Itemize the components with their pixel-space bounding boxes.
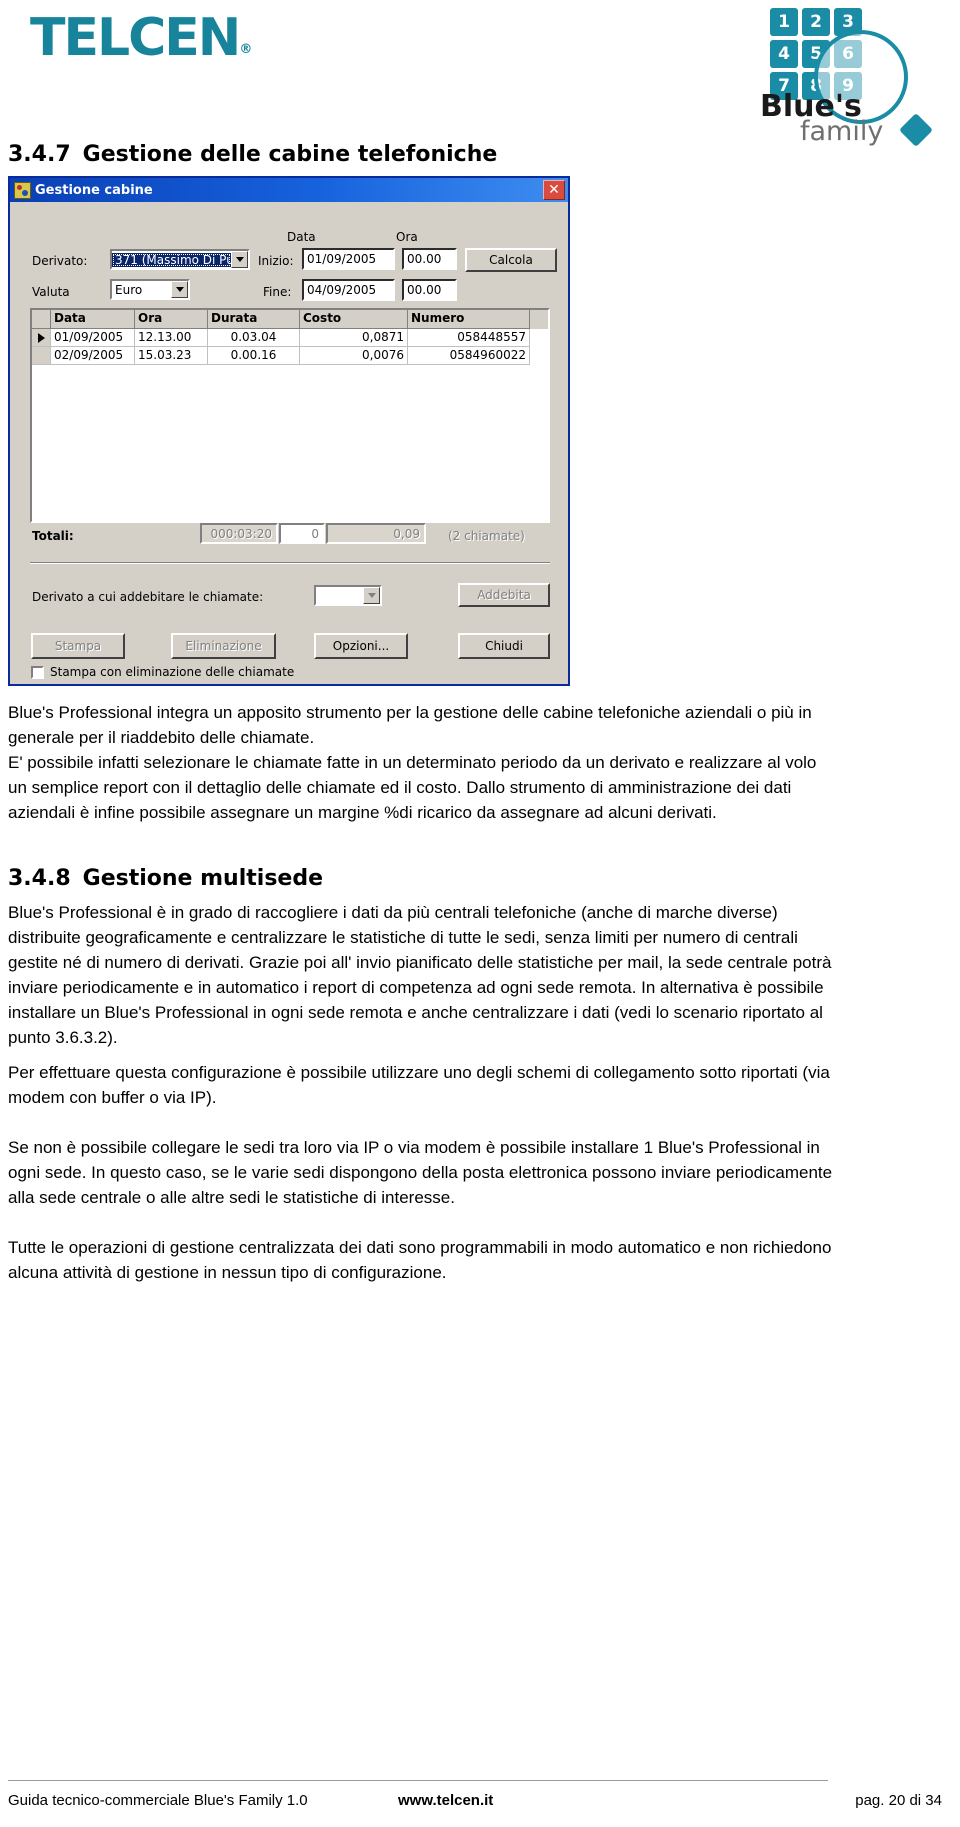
totale-costo: 0,09 (326, 523, 426, 544)
grid-header-row: Data Ora Durata Costo Numero (32, 310, 548, 329)
fine-data-input[interactable]: 04/09/2005 (302, 279, 395, 301)
cell-durata: 0.00.16 (208, 347, 300, 365)
section-heading: 3.4.7 Gestione delle cabine telefoniche (8, 142, 497, 167)
section-title: Gestione delle cabine telefoniche (82, 142, 498, 167)
chevron-down-icon[interactable] (171, 281, 188, 298)
inizio-label: Inizio: (258, 254, 294, 268)
dialog-title: Gestione cabine (35, 182, 153, 198)
paragraph-6: Tutte le operazioni di gestione centrali… (8, 1235, 838, 1285)
grid-header-numero[interactable]: Numero (408, 310, 530, 329)
eliminazione-button[interactable]: Eliminazione (171, 633, 276, 659)
ora-column-label: Ora (396, 230, 418, 244)
gestione-cabine-dialog: Gestione cabine ✕ Data Ora Derivato: 371… (8, 176, 570, 686)
cell-ora: 12.13.00 (135, 329, 208, 347)
registered-mark-icon: ® (239, 42, 253, 57)
paragraph-1-text: Blue's Professional integra un apposito … (8, 703, 812, 747)
stampa-con-eliminazione-checkbox[interactable]: Stampa con eliminazione delle chiamate (31, 665, 294, 679)
table-row[interactable]: 02/09/2005 15.03.23 0.00.16 0,0076 05849… (32, 347, 548, 365)
paragraph-3-text: Blue's Professional è in grado di raccog… (8, 903, 832, 1047)
chiudi-button[interactable]: Chiudi (458, 633, 550, 659)
cell-numero: 0584960022 (408, 347, 530, 365)
row-selector-icon (32, 347, 51, 365)
footer-website-link[interactable]: www.telcen.it (398, 1792, 493, 1809)
checkbox-label: Stampa con eliminazione delle chiamate (50, 665, 295, 679)
chiamate-grid[interactable]: Data Ora Durata Costo Numero 01/09/2005 … (30, 308, 550, 523)
inizio-data-input[interactable]: 01/09/2005 (302, 248, 395, 270)
paragraph-3: Blue's Professional è in grado di raccog… (8, 900, 838, 1050)
paragraph-5: Se non è possibile collegare le sedi tra… (8, 1135, 838, 1210)
telcen-wordmark: TELCEN (30, 8, 241, 68)
cell-costo: 0,0076 (300, 347, 408, 365)
dialog-titlebar[interactable]: Gestione cabine ✕ (10, 178, 568, 202)
cell-costo: 0,0871 (300, 329, 408, 347)
keypad-key: 4 (770, 40, 798, 68)
addebita-button[interactable]: Addebita (458, 583, 550, 607)
valuta-combo[interactable]: Euro (110, 279, 190, 300)
derivato-combo[interactable]: 371 (Massimo Di Puc (110, 249, 250, 270)
cell-numero: 058448557 (408, 329, 530, 347)
valuta-combo-value: Euro (115, 282, 143, 297)
keypad-key: 2 (802, 8, 830, 36)
addebito-label: Derivato a cui addebitare le chiamate: (32, 590, 264, 604)
magnifier-handle-icon (899, 113, 933, 147)
inizio-ora-input[interactable]: 00.00 (402, 248, 457, 270)
cell-durata: 0.03.04 (208, 329, 300, 347)
data-column-label: Data (287, 230, 316, 244)
totale-scatti: 0 (279, 523, 325, 544)
page-header: TELCEN® 1 2 3 4 5 6 7 8 9 Blue's family (0, 0, 960, 150)
paragraph-1: Blue's Professional integra un apposito … (8, 700, 838, 750)
totale-durata: 000:03:20 (200, 523, 278, 544)
paragraph-2: E' possibile infatti selezionare le chia… (8, 750, 838, 825)
chevron-down-icon[interactable] (231, 251, 248, 268)
checkbox-box-icon[interactable] (31, 665, 44, 679)
telcen-logo: TELCEN® (30, 12, 252, 64)
divider (30, 562, 550, 564)
keypad-key: 1 (770, 8, 798, 36)
grid-header-ora[interactable]: Ora (135, 310, 208, 329)
addebito-combo[interactable] (314, 585, 382, 606)
cell-data: 01/09/2005 (51, 329, 135, 347)
row-selector-icon (32, 329, 51, 347)
paragraph-5-text: Se non è possibile collegare le sedi tra… (8, 1138, 833, 1207)
footer-divider (8, 1780, 828, 1781)
section-number: 3.4.7 (8, 142, 71, 167)
section-title-2: Gestione multisede (82, 866, 323, 891)
opzioni-button[interactable]: Opzioni... (314, 633, 408, 659)
calcola-button[interactable]: Calcola (465, 248, 557, 272)
fine-ora-input[interactable]: 00.00 (402, 279, 457, 301)
derivato-combo-value: 371 (Massimo Di Puc (112, 252, 231, 267)
grid-header-durata[interactable]: Durata (208, 310, 300, 329)
grid-header-costo[interactable]: Costo (300, 310, 408, 329)
derivato-label: Derivato: (32, 254, 88, 268)
totali-label: Totali: (32, 529, 74, 543)
section-number-2: 3.4.8 (8, 866, 71, 891)
cell-data: 02/09/2005 (51, 347, 135, 365)
close-icon[interactable]: ✕ (543, 180, 565, 200)
grid-header-data[interactable]: Data (51, 310, 135, 329)
stampa-button[interactable]: Stampa (31, 633, 125, 659)
chiamate-count: (2 chiamate) (448, 529, 525, 543)
family-wordmark: family (800, 116, 884, 147)
paragraph-6-text: Tutte le operazioni di gestione centrali… (8, 1238, 832, 1282)
grid-empty-area (32, 365, 548, 521)
fine-label: Fine: (263, 285, 292, 299)
paragraph-4-text: Per effettuare questa configurazione è p… (8, 1063, 830, 1107)
cell-ora: 15.03.23 (135, 347, 208, 365)
page-footer: Guida tecnico-commerciale Blue's Family … (8, 1792, 952, 1814)
table-row[interactable]: 01/09/2005 12.13.00 0.03.04 0,0871 05844… (32, 329, 548, 347)
app-icon (14, 181, 31, 199)
section-heading-2: 3.4.8 Gestione multisede (8, 866, 323, 891)
chevron-down-icon[interactable] (363, 587, 380, 604)
paragraph-4: Per effettuare questa configurazione è p… (8, 1060, 838, 1110)
grid-header-marker (32, 310, 51, 329)
footer-guide-title: Guida tecnico-commerciale Blue's Family … (8, 1792, 308, 1809)
valuta-label: Valuta (32, 285, 70, 299)
dialog-body: Data Ora Derivato: 371 (Massimo Di Puc I… (10, 202, 568, 686)
blues-family-logo: 1 2 3 4 5 6 7 8 9 Blue's family (742, 6, 933, 147)
footer-page-number: pag. 20 di 34 (855, 1792, 942, 1809)
paragraph-2-text: E' possibile infatti selezionare le chia… (8, 753, 817, 822)
